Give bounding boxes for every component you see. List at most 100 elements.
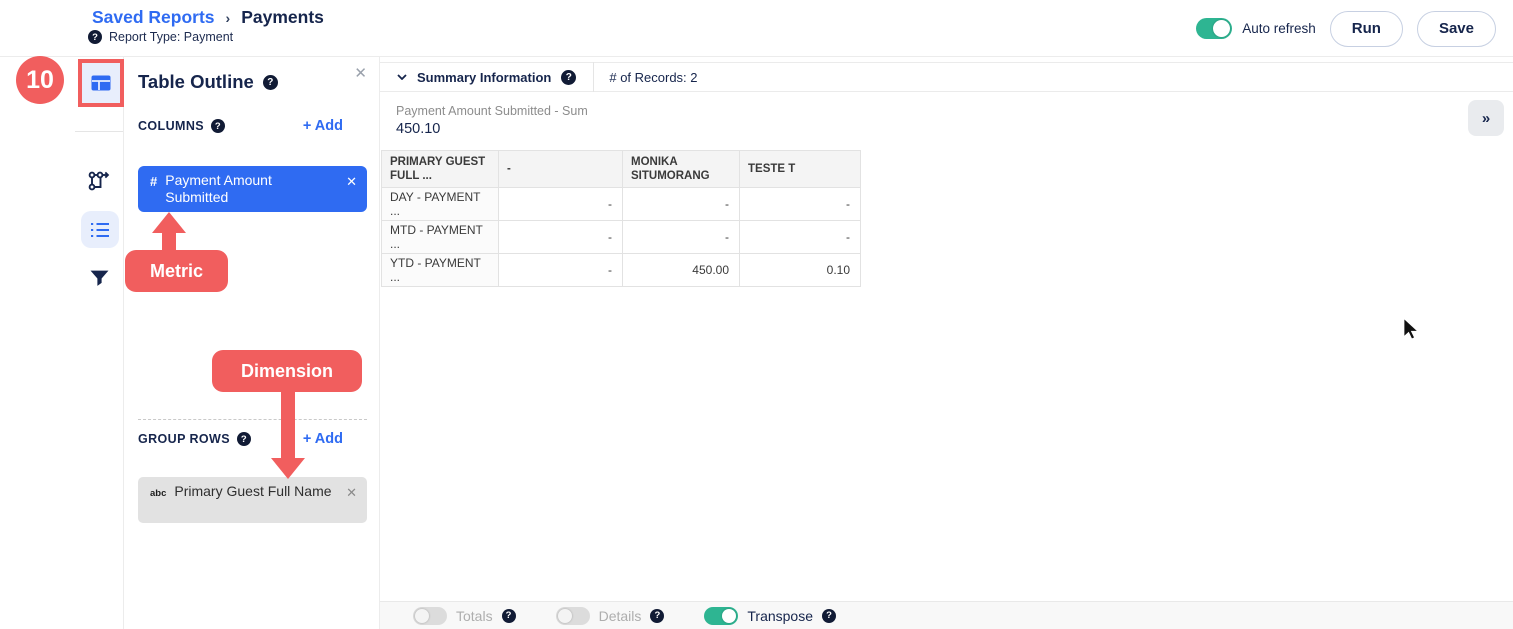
table-icon — [91, 75, 111, 91]
totals-toggle[interactable] — [413, 607, 447, 625]
top-bar-actions: Auto refresh Run Save — [1196, 0, 1496, 57]
field-list-nav-button[interactable] — [81, 211, 119, 248]
transpose-toggle[interactable] — [704, 607, 738, 625]
vertical-divider — [593, 62, 594, 92]
help-icon[interactable]: ? — [237, 432, 251, 446]
table-cell: - — [499, 254, 623, 287]
help-icon[interactable]: ? — [561, 70, 576, 85]
dimension-arrow-head — [271, 458, 305, 479]
column-header: - — [499, 151, 623, 188]
table-options-footer: Totals ? Details ? Transpose ? — [380, 601, 1513, 629]
table-row: YTD - PAYMENT ... - 450.00 0.10 — [382, 254, 861, 287]
chevron-down-icon — [397, 74, 407, 80]
breadcrumb-current-page: Payments — [241, 7, 324, 28]
summary-title: Summary Information — [417, 70, 551, 85]
report-type-row: ? Report Type: Payment — [88, 30, 233, 44]
mouse-cursor — [1403, 317, 1420, 345]
row-label: DAY - PAYMENT ... — [382, 188, 499, 221]
text-type-icon: abc — [150, 488, 166, 499]
group-rows-section-header: GROUP ROWS ? + Add — [138, 431, 343, 447]
toggle-knob — [1213, 20, 1230, 37]
table-cell: - — [499, 221, 623, 254]
panel-title: Table Outline — [138, 71, 254, 93]
details-label: Details — [599, 608, 642, 624]
auto-refresh-group: Auto refresh — [1196, 18, 1316, 39]
table-row: DAY - PAYMENT ... - - - — [382, 188, 861, 221]
column-header: MONIKA SITUMORANG — [623, 151, 740, 188]
filter-icon — [90, 270, 109, 287]
details-toggle-group: Details ? — [556, 607, 665, 625]
summary-metric-label: Payment Amount Submitted - Sum — [396, 104, 588, 118]
breadcrumb-saved-reports-link[interactable]: Saved Reports — [92, 7, 215, 28]
table-cell: 450.00 — [623, 254, 740, 287]
panel-title-row: Table Outline ? — [138, 71, 278, 93]
table-row: MTD - PAYMENT ... - - - — [382, 221, 861, 254]
toggle-knob — [415, 609, 429, 623]
summary-information-bar: Summary Information ? # of Records: 2 — [380, 62, 1513, 92]
columns-label-group: COLUMNS ? — [138, 119, 225, 133]
summary-collapse-control[interactable]: Summary Information ? — [397, 70, 576, 85]
table-outline-panel: Table Outline ? ✕ COLUMNS ? + Add # Paym… — [123, 57, 380, 629]
table-cell: - — [623, 188, 740, 221]
metric-chip-label: Payment Amount Submitted — [165, 172, 329, 206]
dimension-chip[interactable]: abc Primary Guest Full Name ✕ — [138, 477, 367, 523]
columns-section-header: COLUMNS ? + Add — [138, 118, 343, 134]
metric-arrow-head — [152, 212, 186, 233]
columns-label: COLUMNS — [138, 119, 204, 133]
top-bar: Saved Reports › Payments ? Report Type: … — [0, 0, 1513, 57]
list-icon — [90, 222, 110, 238]
breadcrumb-separator-icon: › — [226, 10, 231, 26]
close-icon[interactable]: ✕ — [354, 64, 367, 82]
metric-callout: Metric — [125, 250, 228, 292]
report-builder-app: Saved Reports › Payments ? Report Type: … — [0, 0, 1513, 629]
help-icon[interactable]: ? — [650, 609, 664, 623]
metric-chip[interactable]: # Payment Amount Submitted ✕ — [138, 166, 367, 212]
breadcrumb: Saved Reports › Payments — [92, 7, 324, 28]
totals-label: Totals — [456, 608, 493, 624]
column-header: PRIMARY GUEST FULL ... — [382, 151, 499, 188]
rail-divider — [75, 131, 123, 132]
help-icon[interactable]: ? — [822, 609, 836, 623]
expand-panel-button[interactable]: » — [1468, 100, 1504, 136]
remove-icon[interactable]: ✕ — [346, 485, 357, 501]
table-cell: 0.10 — [740, 254, 861, 287]
pivot-flow-nav-button[interactable] — [85, 168, 113, 194]
details-toggle[interactable] — [556, 607, 590, 625]
run-button[interactable]: Run — [1330, 11, 1403, 47]
save-button[interactable]: Save — [1417, 11, 1496, 47]
table-header-row: PRIMARY GUEST FULL ... - MONIKA SITUMORA… — [382, 151, 861, 188]
section-divider — [138, 419, 367, 420]
table-cell: - — [740, 188, 861, 221]
help-icon[interactable]: ? — [211, 119, 225, 133]
add-group-row-button[interactable]: + Add — [303, 431, 343, 447]
transpose-label: Transpose — [747, 608, 813, 624]
help-icon[interactable]: ? — [263, 75, 278, 90]
table-cell: - — [740, 221, 861, 254]
group-rows-label: GROUP ROWS — [138, 432, 230, 446]
summary-metric-value: 450.10 — [396, 121, 440, 137]
numeric-type-icon: # — [150, 174, 157, 189]
results-table: PRIMARY GUEST FULL ... - MONIKA SITUMORA… — [381, 150, 861, 287]
help-icon[interactable]: ? — [502, 609, 516, 623]
table-cell: - — [623, 221, 740, 254]
transpose-toggle-group: Transpose ? — [704, 607, 836, 625]
dimension-callout: Dimension — [212, 350, 362, 392]
toggle-knob — [558, 609, 572, 623]
column-header: TESTE T — [740, 151, 861, 188]
row-label: MTD - PAYMENT ... — [382, 221, 499, 254]
report-type-label: Report Type: Payment — [109, 30, 233, 44]
table-outline-nav-button[interactable] — [78, 59, 124, 107]
remove-icon[interactable]: ✕ — [346, 174, 357, 190]
dimension-arrow-shaft — [281, 389, 295, 459]
totals-toggle-group: Totals ? — [413, 607, 516, 625]
step-number-badge: 10 — [16, 56, 64, 104]
help-icon[interactable]: ? — [88, 30, 102, 44]
dimension-chip-label: Primary Guest Full Name — [174, 483, 338, 500]
add-column-button[interactable]: + Add — [303, 118, 343, 134]
auto-refresh-toggle[interactable] — [1196, 18, 1232, 39]
group-rows-label-group: GROUP ROWS ? — [138, 432, 251, 446]
table-cell: - — [499, 188, 623, 221]
toggle-knob — [722, 609, 736, 623]
row-label: YTD - PAYMENT ... — [382, 254, 499, 287]
filter-nav-button[interactable] — [88, 268, 110, 288]
